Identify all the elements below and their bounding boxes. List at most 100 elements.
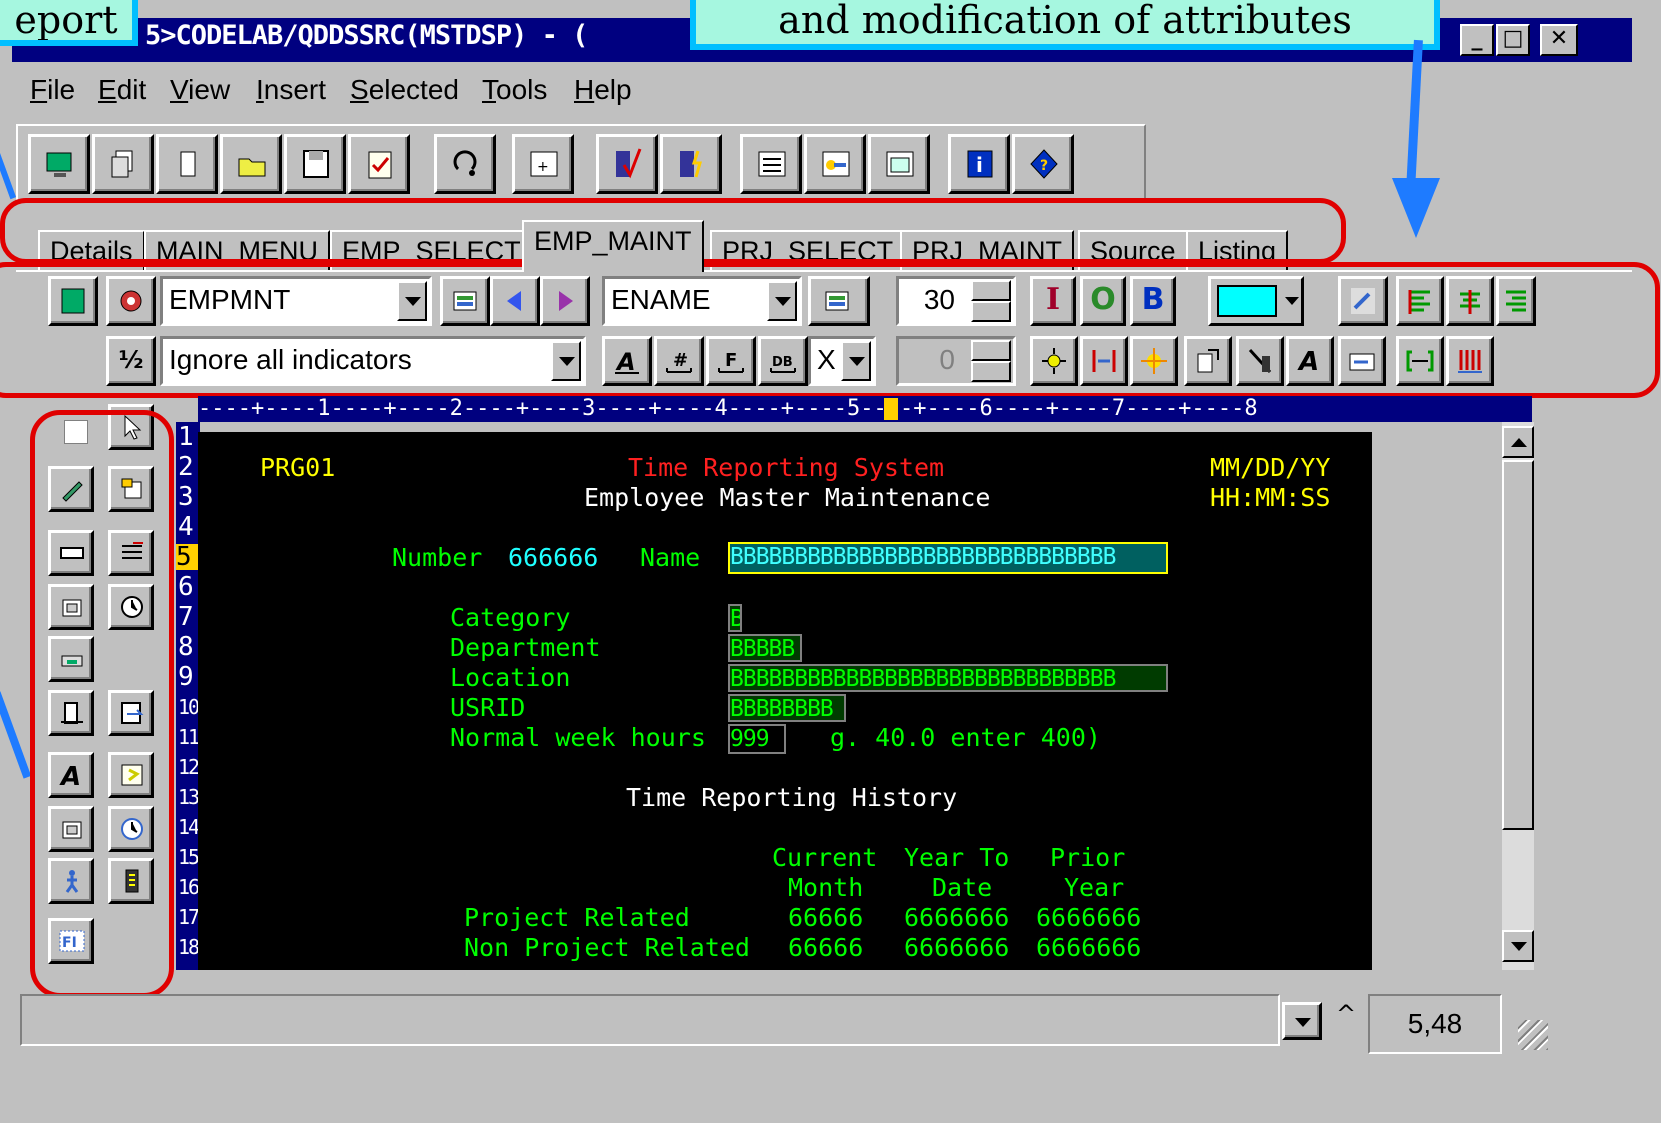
row-nonproject-month[interactable]: 66666 xyxy=(788,934,863,962)
callout-attributes: and modification of attributes xyxy=(690,0,1440,50)
col-current-1[interactable]: Current xyxy=(772,844,877,872)
col-ytd-1[interactable]: Year To xyxy=(904,844,1009,872)
row-project-label[interactable]: Project Related xyxy=(464,904,690,932)
department-label[interactable]: Department xyxy=(450,634,601,662)
close-button[interactable]: ✕ xyxy=(1540,24,1578,56)
line-number: 15 xyxy=(178,845,200,869)
window-view-button[interactable] xyxy=(868,134,930,194)
minimize-icon: _ xyxy=(1471,26,1483,51)
tab-emp-maint[interactable]: EMP_MAINT xyxy=(522,220,704,272)
new-file-button[interactable] xyxy=(156,134,218,194)
minimize-button[interactable]: _ xyxy=(1460,24,1494,56)
line-number: 17 xyxy=(178,905,200,929)
vertical-scrollbar[interactable] xyxy=(1502,422,1534,970)
save-button[interactable] xyxy=(284,134,346,194)
name-label[interactable]: Name xyxy=(640,544,700,572)
close-icon: ✕ xyxy=(1549,26,1569,51)
help-button[interactable]: ? xyxy=(1012,134,1074,194)
category-field[interactable]: B xyxy=(728,604,742,632)
row-nonproject-label[interactable]: Non Project Related xyxy=(464,934,750,962)
maximize-button[interactable]: □ xyxy=(1496,24,1530,56)
list-view-button[interactable] xyxy=(740,134,802,194)
info-icon: i xyxy=(967,150,993,178)
line-number: 14 xyxy=(178,815,200,839)
help-diamond-icon: ? xyxy=(1030,149,1058,179)
svg-text:i: i xyxy=(976,153,983,177)
floppy-icon xyxy=(303,150,329,178)
undo-button[interactable] xyxy=(434,134,496,194)
line-number: 16 xyxy=(178,875,200,899)
row-project-prior[interactable]: 6666666 xyxy=(1036,904,1141,932)
date-field[interactable]: MM/DD/YY xyxy=(1210,454,1330,482)
number-value[interactable]: 666666 xyxy=(508,544,598,572)
usrid-label[interactable]: USRID xyxy=(450,694,525,722)
menu-help[interactable]: Help xyxy=(574,74,632,106)
name-field[interactable]: BBBBBBBBBBBBBBBBBBBBBBBBBBBBBB xyxy=(728,542,1168,574)
caret-indicator: ^ xyxy=(1336,1000,1357,1028)
menu-view[interactable]: View xyxy=(170,74,230,106)
open-folder-icon xyxy=(238,158,266,177)
screen-subtitle[interactable]: Employee Master Maintenance xyxy=(584,484,990,512)
check-button[interactable] xyxy=(596,134,658,194)
location-field[interactable]: BBBBBBBBBBBBBBBBBBBBBBBBBBBBBB xyxy=(728,664,1168,692)
run-check-button[interactable] xyxy=(660,134,722,194)
number-label[interactable]: Number xyxy=(392,544,482,572)
menu-selected[interactable]: Selected xyxy=(350,74,459,106)
col-ytd-2[interactable]: Date xyxy=(932,874,992,902)
attributes-highlight-box xyxy=(0,262,1660,398)
col-current-2[interactable]: Month xyxy=(788,874,863,902)
row-nonproject-prior[interactable]: 6666666 xyxy=(1036,934,1141,962)
scroll-down-button[interactable] xyxy=(1502,930,1534,962)
line-number: 3 xyxy=(178,482,194,512)
scroll-thumb[interactable] xyxy=(1502,460,1534,830)
main-toolbar: + i ? xyxy=(16,124,1146,202)
status-message xyxy=(20,994,1280,1046)
col-prior-2[interactable]: Year xyxy=(1064,874,1124,902)
cursor-position: 5,48 xyxy=(1368,994,1502,1054)
menu-insert[interactable]: Insert xyxy=(256,74,326,106)
department-field[interactable]: BBBBB xyxy=(728,634,802,662)
key-icon xyxy=(822,151,850,177)
svg-text:?: ? xyxy=(1040,158,1048,174)
line-number: 9 xyxy=(178,662,194,692)
category-label[interactable]: Category xyxy=(450,604,570,632)
clipboard-button[interactable] xyxy=(348,134,410,194)
new-button[interactable] xyxy=(28,134,90,194)
system-title[interactable]: Time Reporting System xyxy=(628,454,944,482)
maximize-icon: □ xyxy=(1502,26,1524,51)
status-dropdown-button[interactable] xyxy=(1282,1002,1322,1040)
hours-field[interactable]: 999 xyxy=(728,724,786,754)
window-icon xyxy=(886,151,914,177)
check-mark-icon xyxy=(616,148,642,179)
line-number: 12 xyxy=(178,755,200,779)
row-nonproject-ytd[interactable]: 6666666 xyxy=(904,934,1009,962)
location-label[interactable]: Location xyxy=(450,664,570,692)
key-button[interactable] xyxy=(804,134,866,194)
menu-tools[interactable]: Tools xyxy=(482,74,547,106)
palette-highlight-box xyxy=(30,410,174,998)
line-number: 13 xyxy=(178,785,200,809)
column-ruler: ----+----1----+----2----+----3----+----4… xyxy=(198,396,1532,422)
insert-field-icon: + xyxy=(530,151,558,177)
row-project-month[interactable]: 66666 xyxy=(788,904,863,932)
design-screen[interactable]: PRG01 Time Reporting System MM/DD/YY Emp… xyxy=(198,432,1372,970)
time-field[interactable]: HH:MM:SS xyxy=(1210,484,1330,512)
hours-label[interactable]: Normal week hours xyxy=(450,724,706,752)
history-title[interactable]: Time Reporting History xyxy=(626,784,957,812)
info-button[interactable]: i xyxy=(948,134,1010,194)
open-button[interactable] xyxy=(220,134,282,194)
callout-left: eport xyxy=(0,0,138,46)
scroll-up-button[interactable] xyxy=(1502,426,1534,458)
ruler-cursor xyxy=(884,398,898,420)
window-title: 5>CODELAB/QDDSSRC(MSTDSP) - ( xyxy=(145,20,588,51)
open-multiple-button[interactable] xyxy=(92,134,154,194)
menu-file[interactable]: File xyxy=(30,74,75,106)
hours-hint[interactable]: g. 40.0 enter 400) xyxy=(830,724,1101,752)
insert-field-button[interactable]: + xyxy=(512,134,574,194)
usrid-field[interactable]: BBBBBBBB xyxy=(728,694,846,722)
program-name[interactable]: PRG01 xyxy=(260,454,335,482)
row-project-ytd[interactable]: 6666666 xyxy=(904,904,1009,932)
menu-edit[interactable]: Edit xyxy=(98,74,146,106)
resize-grip-icon[interactable] xyxy=(1518,1020,1548,1050)
col-prior-1[interactable]: Prior xyxy=(1050,844,1125,872)
